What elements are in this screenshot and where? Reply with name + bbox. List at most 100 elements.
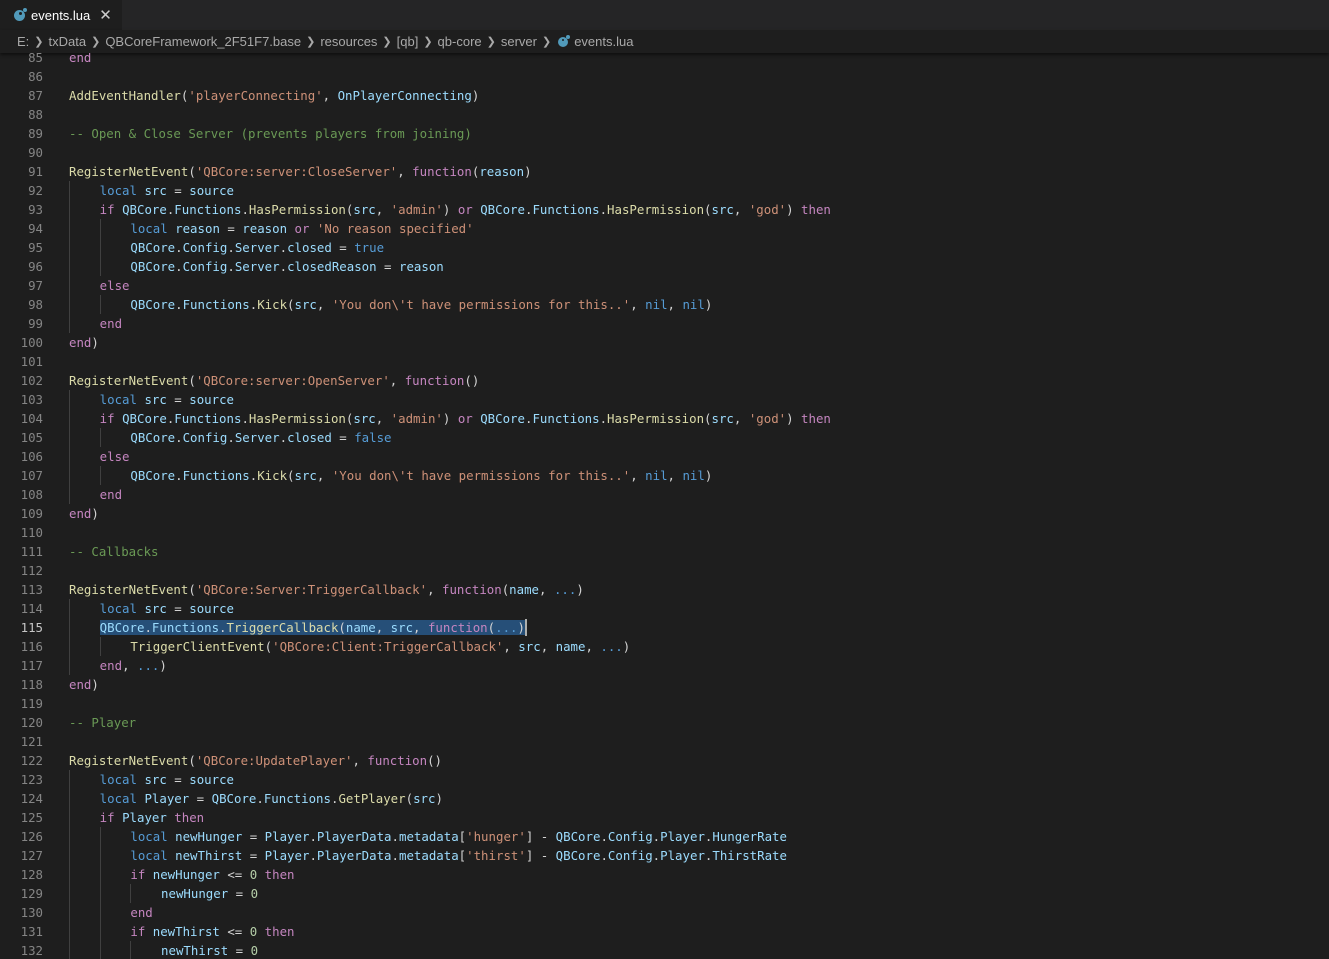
code-text[interactable]: QBCore.Functions.Kick(src, 'You don\'t h… — [130, 295, 712, 314]
code-line: 103 local src = source — [0, 390, 1329, 409]
code-text[interactable]: if newThirst <= 0 then — [130, 922, 294, 941]
code-editor[interactable]: 85 end 86 87 AddEventHandler('playerConnecti… — [0, 53, 1329, 959]
code-text[interactable]: end) — [69, 333, 99, 352]
line-number: 108 — [20, 487, 43, 502]
code-text[interactable]: TriggerClientEvent('QBCore:Client:Trigge… — [130, 637, 630, 656]
code-text[interactable]: else — [100, 447, 130, 466]
breadcrumb-item[interactable]: QBCoreFramework_2F51F7.base — [105, 34, 301, 49]
indent-guide — [99, 922, 101, 941]
code-text[interactable]: AddEventHandler('playerConnecting', OnPl… — [69, 86, 479, 105]
code-text[interactable]: -- Open & Close Server (prevents players… — [69, 124, 472, 143]
code-text[interactable]: -- Callbacks — [69, 542, 159, 561]
code-text[interactable]: end) — [69, 504, 99, 523]
code-text[interactable]: if Player then — [100, 808, 204, 827]
breadcrumb-item[interactable]: qb-core — [438, 34, 482, 49]
code-text[interactable]: if QBCore.Functions.HasPermission(src, '… — [100, 409, 831, 428]
indent-guide — [69, 314, 70, 333]
indent-guide — [69, 485, 70, 504]
code-line: 111 -- Callbacks — [0, 542, 1329, 561]
code-line: 131 if newThirst <= 0 then — [0, 922, 1329, 941]
indent-guide — [99, 865, 101, 884]
code-text[interactable]: QBCore.Functions.Kick(src, 'You don\'t h… — [130, 466, 712, 485]
code-line: 117 end, ...) — [0, 656, 1329, 675]
code-line: 94 local reason = reason or 'No reason sp… — [0, 219, 1329, 238]
line-number: 100 — [20, 335, 43, 350]
code-text[interactable]: local newThirst = Player.PlayerData.meta… — [130, 846, 787, 865]
code-text[interactable]: if QBCore.Functions.HasPermission(src, '… — [100, 200, 831, 219]
code-text[interactable]: newHunger = 0 — [161, 884, 258, 903]
line-number: 127 — [20, 848, 43, 863]
code-text[interactable]: end — [69, 53, 91, 67]
indent-guide — [69, 181, 70, 200]
code-text[interactable]: else — [100, 276, 130, 295]
code-text[interactable]: local src = source — [100, 181, 234, 200]
code-text[interactable]: end, ...) — [100, 656, 167, 675]
code-text[interactable]: end — [100, 485, 122, 504]
breadcrumb: E: ❯ txData ❯ QBCoreFramework_2F51F7.base ❯ re… — [0, 30, 1329, 53]
indent-guide — [69, 618, 70, 637]
code-line: 129 newHunger = 0 — [0, 884, 1329, 903]
breadcrumb-item[interactable]: resources — [320, 34, 377, 49]
chevron-right-icon: ❯ — [306, 36, 316, 48]
code-text[interactable]: RegisterNetEvent('QBCore:UpdatePlayer', … — [69, 751, 442, 770]
code-text[interactable]: local src = source — [100, 599, 234, 618]
indent-guide — [69, 903, 70, 922]
line-number: 115 — [20, 620, 43, 635]
code-text[interactable]: end) — [69, 675, 99, 694]
code-line: 107 QBCore.Functions.Kick(src, 'You don\'… — [0, 466, 1329, 485]
code-text[interactable]: QBCore.Config.Server.closed = false — [130, 428, 391, 447]
code-line: 99 end — [0, 314, 1329, 333]
code-line: 120 -- Player — [0, 713, 1329, 732]
indent-guide — [99, 827, 101, 846]
tab-events-lua[interactable]: events.lua ✕ — [0, 0, 122, 30]
chevron-right-icon: ❯ — [423, 36, 433, 48]
line-number: 129 — [20, 886, 43, 901]
code-text[interactable]: local newHunger = Player.PlayerData.meta… — [130, 827, 787, 846]
line-number: 126 — [20, 829, 43, 844]
code-text[interactable]: local Player = QBCore.Functions.GetPlaye… — [100, 789, 443, 808]
code-line: 128 if newHunger <= 0 then — [0, 865, 1329, 884]
lua-file-icon — [14, 8, 27, 21]
breadcrumb-item[interactable]: [qb] — [397, 34, 419, 49]
code-text[interactable]: RegisterNetEvent('QBCore:server:CloseSer… — [69, 162, 532, 181]
selection-highlight: QBCore.Functions.TriggerCallback(name, s… — [99, 620, 525, 635]
code-text[interactable]: local reason = reason or 'No reason spec… — [130, 219, 473, 238]
breadcrumb-item[interactable]: txData — [49, 34, 87, 49]
code-line: 106 else — [0, 447, 1329, 466]
code-text[interactable]: end — [130, 903, 152, 922]
line-number: 87 — [28, 88, 43, 103]
code-text[interactable]: local src = source — [100, 770, 234, 789]
breadcrumb-item[interactable]: server — [501, 34, 537, 49]
chevron-right-icon: ❯ — [486, 36, 496, 48]
code-line: 118 end) — [0, 675, 1329, 694]
code-line: 88 — [0, 105, 1329, 124]
code-line: 100 end) — [0, 333, 1329, 352]
code-text[interactable]: newThirst = 0 — [161, 941, 258, 959]
indent-guide — [69, 922, 70, 941]
code-text[interactable]: QBCore.Functions.TriggerCallback(name, s… — [99, 618, 527, 637]
code-text[interactable]: QBCore.Config.Server.closed = true — [130, 238, 384, 257]
line-number: 103 — [20, 392, 43, 407]
breadcrumb-item[interactable]: events.lua — [574, 34, 633, 49]
code-text[interactable]: if newHunger <= 0 then — [130, 865, 294, 884]
tab-label: events.lua — [31, 8, 91, 23]
code-text[interactable]: RegisterNetEvent('QBCore:Server:TriggerC… — [69, 580, 584, 599]
indent-guide — [69, 238, 70, 257]
line-number: 110 — [20, 525, 43, 540]
code-text[interactable]: end — [100, 314, 122, 333]
code-text[interactable]: local src = source — [100, 390, 234, 409]
indent-guide — [69, 409, 70, 428]
code-text[interactable]: RegisterNetEvent('QBCore:server:OpenServ… — [69, 371, 479, 390]
breadcrumb-item[interactable]: E: — [17, 34, 29, 49]
code-text[interactable]: QBCore.Config.Server.closedReason = reas… — [130, 257, 443, 276]
code-line: 130 end — [0, 903, 1329, 922]
line-number: 123 — [20, 772, 43, 787]
code-text[interactable]: -- Player — [69, 713, 136, 732]
indent-guide — [99, 428, 101, 447]
indent-guide — [99, 941, 101, 959]
indent-guide — [99, 903, 101, 922]
line-number: 117 — [20, 658, 43, 673]
close-icon[interactable]: ✕ — [99, 8, 112, 23]
line-number: 90 — [28, 145, 43, 160]
line-number: 104 — [20, 411, 43, 426]
